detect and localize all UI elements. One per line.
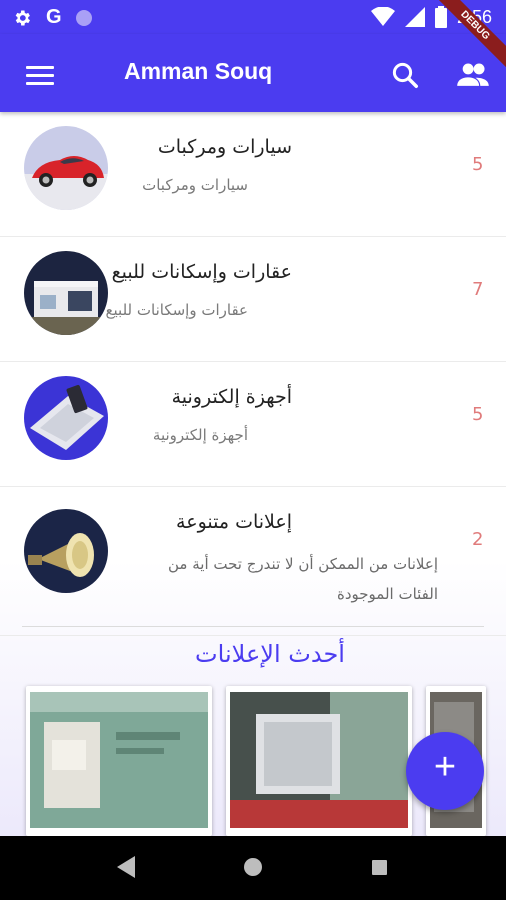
category-title: إعلانات متنوعة [176, 511, 292, 533]
category-subtitle: سيارات ومركبات [142, 176, 248, 194]
menu-icon[interactable] [26, 66, 54, 86]
section-divider [22, 626, 484, 627]
gear-icon [15, 10, 31, 25]
status-bar: G 2:56 [0, 0, 506, 34]
latest-ads-title: أحدث الإعلانات [195, 640, 345, 668]
category-description: إعلانات من الممكن أن لا تندرج تحت أية من… [168, 555, 438, 603]
list-item[interactable]: أجهزة إلكترونية أجهزة إلكترونية 5 [0, 362, 506, 487]
app-bar: Amman Souq [0, 34, 506, 112]
category-title: عقارات وإسكانات للبيع [111, 261, 292, 283]
wifi-icon [370, 7, 395, 26]
laptop-thumbnail [24, 376, 108, 460]
list-item[interactable]: سيارات ومركبات سيارات ومركبات 5 [0, 112, 506, 237]
search-icon[interactable] [390, 60, 420, 90]
ad-count: 2 [472, 529, 484, 550]
people-icon[interactable] [456, 60, 490, 90]
google-g-icon: G [46, 6, 62, 28]
category-subtitle: عقارات وإسكانات للبيع [105, 301, 248, 319]
ad-image [30, 692, 208, 828]
system-nav-bar [0, 836, 506, 900]
ad-count: 5 [472, 154, 484, 175]
category-title: سيارات ومركبات [157, 136, 292, 158]
back-icon[interactable] [117, 856, 135, 878]
cellular-signal-icon [404, 7, 425, 27]
ad-image [230, 692, 408, 828]
category-subtitle: أجهزة إلكترونية [152, 426, 248, 444]
list-item[interactable]: عقارات وإسكانات للبيع عقارات وإسكانات لل… [0, 237, 506, 362]
list-item[interactable]: إعلانات متنوعة إعلانات من الممكن أن لا ت… [0, 487, 506, 636]
circle-icon [75, 9, 92, 26]
app-title: Amman Souq [124, 58, 273, 84]
ad-count: 5 [472, 404, 484, 425]
house-thumbnail [24, 251, 108, 335]
home-icon[interactable] [244, 858, 262, 876]
car-thumbnail [24, 126, 108, 210]
ad-card[interactable] [26, 686, 212, 836]
recents-icon[interactable] [372, 860, 387, 875]
add-ad-button[interactable]: + [406, 732, 484, 810]
battery-icon [434, 6, 447, 28]
category-title: أجهزة إلكترونية [171, 386, 292, 408]
megaphone-thumbnail [24, 509, 108, 593]
ad-card[interactable] [226, 686, 412, 836]
ad-count: 7 [472, 279, 484, 300]
category-list: سيارات ومركبات سيارات ومركبات 5 عقارات و… [0, 112, 506, 636]
add-icon: + [433, 746, 457, 788]
